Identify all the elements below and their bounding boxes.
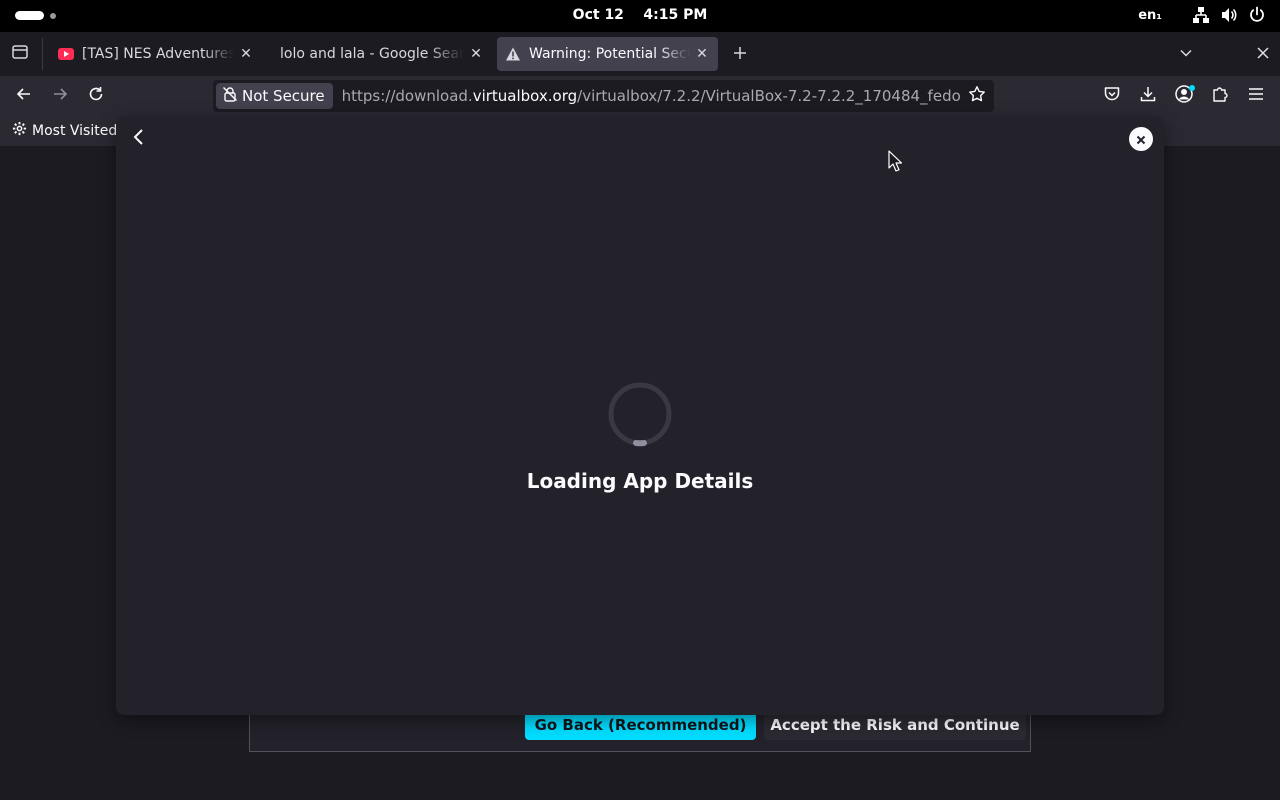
new-tab-button[interactable] — [728, 42, 752, 66]
tab-title: Warning: Potential Security Risk — [529, 46, 690, 62]
tab-strip: [TAS] NES Adventures of ✕ lolo and lala … — [0, 32, 1280, 76]
app-menu-button[interactable] — [1244, 84, 1268, 108]
extensions-button[interactable] — [1208, 84, 1232, 108]
system-tray: en₁ — [1138, 6, 1266, 24]
input-language-indicator[interactable]: en₁ — [1138, 8, 1162, 23]
workspace-dot — [50, 12, 56, 19]
navigation-toolbar: Not Secure https://download.virtualbox.o… — [0, 76, 1280, 116]
not-secure-indicator[interactable]: Not Secure — [216, 83, 333, 109]
bookmark-most-visited[interactable]: Most Visited — [12, 121, 117, 140]
chevron-down-icon — [1179, 45, 1193, 64]
download-icon — [1139, 85, 1157, 107]
volume-icon[interactable] — [1220, 6, 1238, 24]
firefox-view-button[interactable] — [8, 42, 32, 66]
url-bar[interactable]: Not Secure https://download.virtualbox.o… — [213, 80, 994, 112]
firefox-view-icon — [11, 43, 29, 65]
forward-button[interactable] — [48, 84, 72, 108]
toolbar-actions — [1100, 84, 1268, 108]
window-close-button[interactable] — [1251, 42, 1275, 66]
tab-separator — [42, 38, 43, 70]
tab-youtube[interactable]: [TAS] NES Adventures of ✕ — [50, 37, 262, 71]
app-details-dialog: Loading App Details — [116, 117, 1164, 715]
loading-spinner-icon — [608, 382, 672, 447]
tab-security-warning[interactable]: Warning: Potential Security Risk ✕ — [497, 37, 718, 71]
reload-icon — [87, 85, 105, 107]
activities-indicator[interactable] — [15, 11, 56, 20]
bookmark-label: Most Visited — [32, 122, 118, 139]
mouse-cursor-icon — [888, 150, 903, 176]
not-secure-label: Not Secure — [242, 87, 325, 105]
pocket-icon — [1103, 85, 1121, 107]
chevron-left-icon — [132, 128, 146, 150]
tab-title: lolo and lala - Google Search — [280, 46, 464, 62]
list-all-tabs-button[interactable] — [1174, 42, 1198, 66]
loading-message: Loading App Details — [526, 469, 754, 493]
close-icon — [1136, 130, 1146, 149]
workspace-active-pill — [15, 11, 44, 20]
tab-title: [TAS] NES Adventures of — [82, 46, 234, 62]
notification-dot — [1189, 85, 1195, 91]
hamburger-menu-icon — [1248, 86, 1264, 106]
system-top-bar: Oct 12 4:15 PM en₁ — [0, 0, 1280, 32]
tab-close-icon[interactable]: ✕ — [694, 46, 710, 62]
dialog-back-button[interactable] — [128, 128, 150, 150]
arrow-left-icon — [15, 85, 33, 107]
downloads-button[interactable] — [1136, 84, 1160, 108]
network-icon[interactable] — [1192, 6, 1210, 24]
tab-close-icon[interactable]: ✕ — [238, 46, 254, 62]
tab-google-search[interactable]: lolo and lala - Google Search ✕ — [272, 37, 492, 71]
power-icon[interactable] — [1248, 6, 1266, 24]
url-domain: virtualbox.org — [472, 87, 578, 105]
youtube-icon — [58, 46, 74, 62]
puzzle-icon — [1211, 85, 1229, 107]
lock-insecure-icon — [222, 86, 242, 106]
back-button[interactable] — [12, 84, 36, 108]
reload-button[interactable] — [84, 84, 108, 108]
gear-icon — [12, 121, 32, 140]
url-text[interactable]: https://download.virtualbox.org/virtualb… — [342, 87, 960, 105]
clock-date[interactable]: Oct 12 — [573, 7, 624, 23]
bookmark-star-button[interactable] — [966, 85, 988, 107]
url-prefix: https://download. — [341, 87, 473, 105]
arrow-right-icon — [51, 85, 69, 107]
plus-icon — [732, 42, 748, 66]
tab-close-icon[interactable]: ✕ — [468, 46, 484, 62]
warning-icon — [505, 46, 521, 62]
url-path: /virtualbox/7.2.2/VirtualBox-7.2-7.2.2_1… — [577, 87, 960, 105]
account-button[interactable] — [1172, 84, 1196, 108]
close-icon — [1257, 45, 1269, 63]
dialog-close-button[interactable] — [1129, 127, 1153, 151]
pocket-button[interactable] — [1100, 84, 1124, 108]
clock: Oct 12 4:15 PM — [0, 7, 1280, 23]
star-icon — [968, 85, 986, 107]
clock-time[interactable]: 4:15 PM — [643, 7, 707, 23]
